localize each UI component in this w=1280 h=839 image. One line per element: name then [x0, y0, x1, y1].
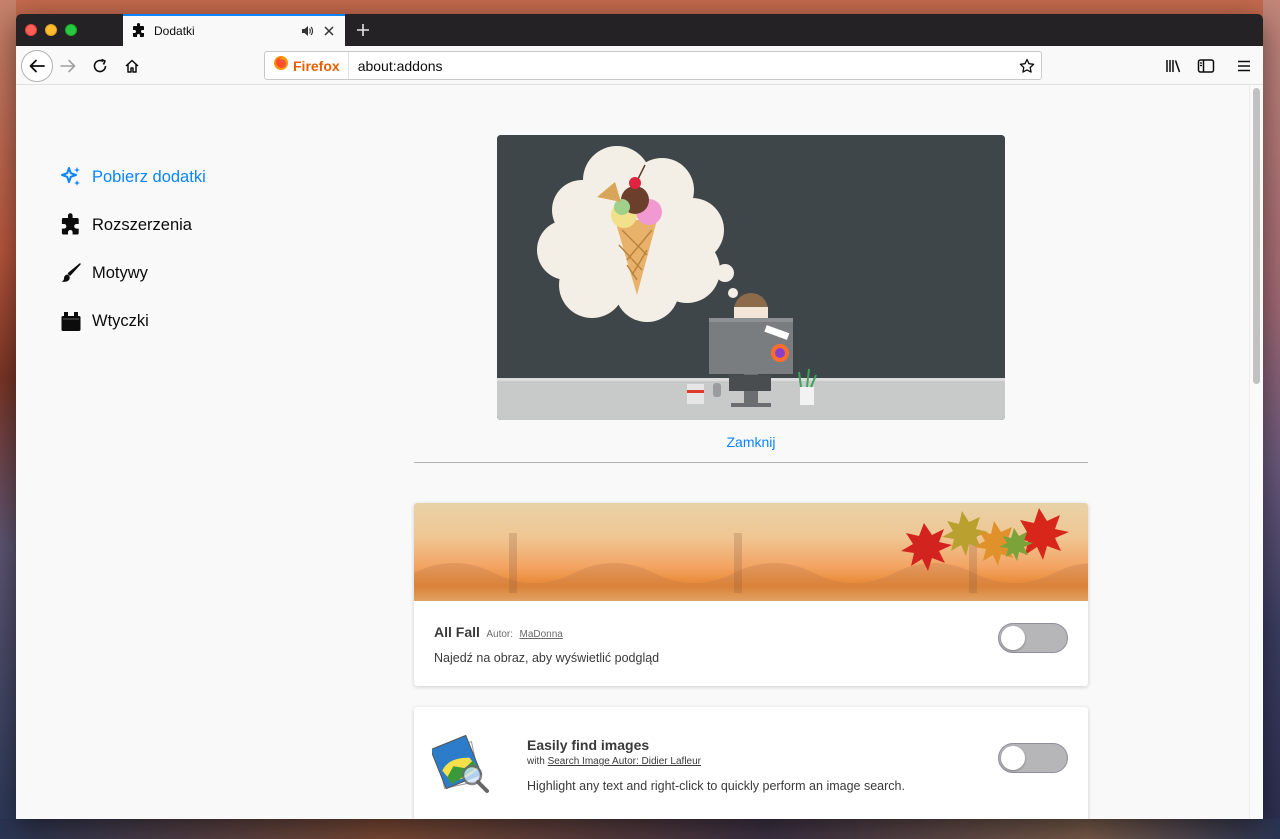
- image-search-icon: [429, 734, 492, 802]
- addon-card-theme[interactable]: All Fall Autor: MaDonna Najedź na obraz,…: [414, 503, 1088, 686]
- speaker-icon[interactable]: [299, 23, 315, 39]
- category-label: Wtyczki: [92, 311, 149, 330]
- desktop-background-left: [0, 0, 16, 839]
- tab-addons[interactable]: Dodatki: [123, 14, 345, 46]
- scrollbar-track[interactable]: [1249, 85, 1263, 819]
- category-label: Motywy: [92, 263, 148, 282]
- identity-box[interactable]: Firefox: [265, 52, 349, 79]
- library-icon: [1166, 60, 1181, 73]
- category-label: Rozszerzenia: [92, 215, 192, 234]
- scrollbar-thumb[interactable]: [1253, 88, 1260, 384]
- window-close-button[interactable]: [25, 24, 37, 36]
- toggle-knob: [1001, 746, 1025, 770]
- sidebar-icon: [1197, 59, 1215, 73]
- addon-enable-toggle[interactable]: [998, 623, 1068, 653]
- arrow-right-icon: [60, 59, 76, 73]
- addon-enable-toggle[interactable]: [998, 743, 1068, 773]
- category-extensions[interactable]: Rozszerzenia: [58, 211, 192, 239]
- arrow-left-icon: [29, 59, 45, 73]
- new-tab-button[interactable]: [353, 20, 373, 40]
- browser-window: Dodatki Firefox about:addons Pobierz dod…: [16, 14, 1263, 819]
- identity-label: Firefox: [293, 57, 340, 74]
- home-icon: [125, 59, 139, 73]
- url-input[interactable]: about:addons: [358, 58, 1013, 74]
- reload-icon: [93, 58, 107, 73]
- addon-card-extension[interactable]: Easily find images with Search Image Aut…: [414, 707, 1088, 819]
- theme-preview-image[interactable]: [414, 503, 1088, 601]
- firefox-logo-icon: [273, 55, 289, 76]
- category-label: Pobierz dodatki: [92, 167, 206, 186]
- home-button[interactable]: [118, 52, 146, 80]
- addon-author-link[interactable]: MaDonna: [520, 629, 563, 640]
- window-maximize-button[interactable]: [65, 24, 77, 36]
- puzzle-icon: [58, 212, 84, 238]
- back-button[interactable]: [21, 50, 53, 82]
- navigation-toolbar: Firefox about:addons: [16, 46, 1263, 85]
- bookmark-star-icon[interactable]: [1013, 58, 1041, 74]
- close-icon[interactable]: [321, 23, 337, 39]
- puzzle-icon: [131, 23, 147, 39]
- addon-with-prefix: with: [527, 756, 545, 767]
- brush-icon: [58, 260, 84, 286]
- library-button[interactable]: [1164, 56, 1184, 76]
- category-themes[interactable]: Motywy: [58, 259, 148, 287]
- addon-author-link[interactable]: Search Image Autor: Didier Lafleur: [548, 756, 701, 767]
- tab-strip: Dodatki: [16, 14, 1263, 46]
- url-bar[interactable]: Firefox about:addons: [264, 51, 1042, 80]
- addon-description: Najedź na obraz, aby wyświetlić podgląd: [434, 651, 660, 665]
- addon-description: Highlight any text and right-click to qu…: [527, 779, 905, 793]
- plus-icon: [357, 24, 369, 36]
- divider: [414, 462, 1088, 463]
- addon-name[interactable]: Easily find images: [527, 737, 649, 753]
- addon-author-prefix: Autor:: [486, 629, 514, 640]
- app-menu-button[interactable]: [1234, 56, 1254, 76]
- forward-button[interactable]: [54, 52, 82, 80]
- desktop-background-bottom: [0, 819, 1280, 839]
- category-plugins[interactable]: Wtyczki: [58, 307, 149, 335]
- discover-hero-illustration: [497, 135, 1005, 420]
- plugin-icon: [58, 308, 84, 334]
- sparkle-icon: [58, 164, 84, 190]
- sidebar-toggle-button[interactable]: [1196, 56, 1216, 76]
- desktop-background-right: [1263, 0, 1280, 839]
- addon-name[interactable]: All Fall: [434, 624, 480, 640]
- category-discover[interactable]: Pobierz dodatki: [58, 163, 206, 191]
- toggle-knob: [1001, 626, 1025, 650]
- window-minimize-button[interactable]: [45, 24, 57, 36]
- hamburger-icon: [1238, 60, 1250, 72]
- reload-button[interactable]: [86, 52, 114, 80]
- addons-manager-content: Pobierz dodatki Rozszerzenia Motywy Wtyc…: [16, 85, 1263, 819]
- close-hero-link[interactable]: Zamknij: [497, 434, 1005, 450]
- tab-title: Dodatki: [154, 24, 195, 38]
